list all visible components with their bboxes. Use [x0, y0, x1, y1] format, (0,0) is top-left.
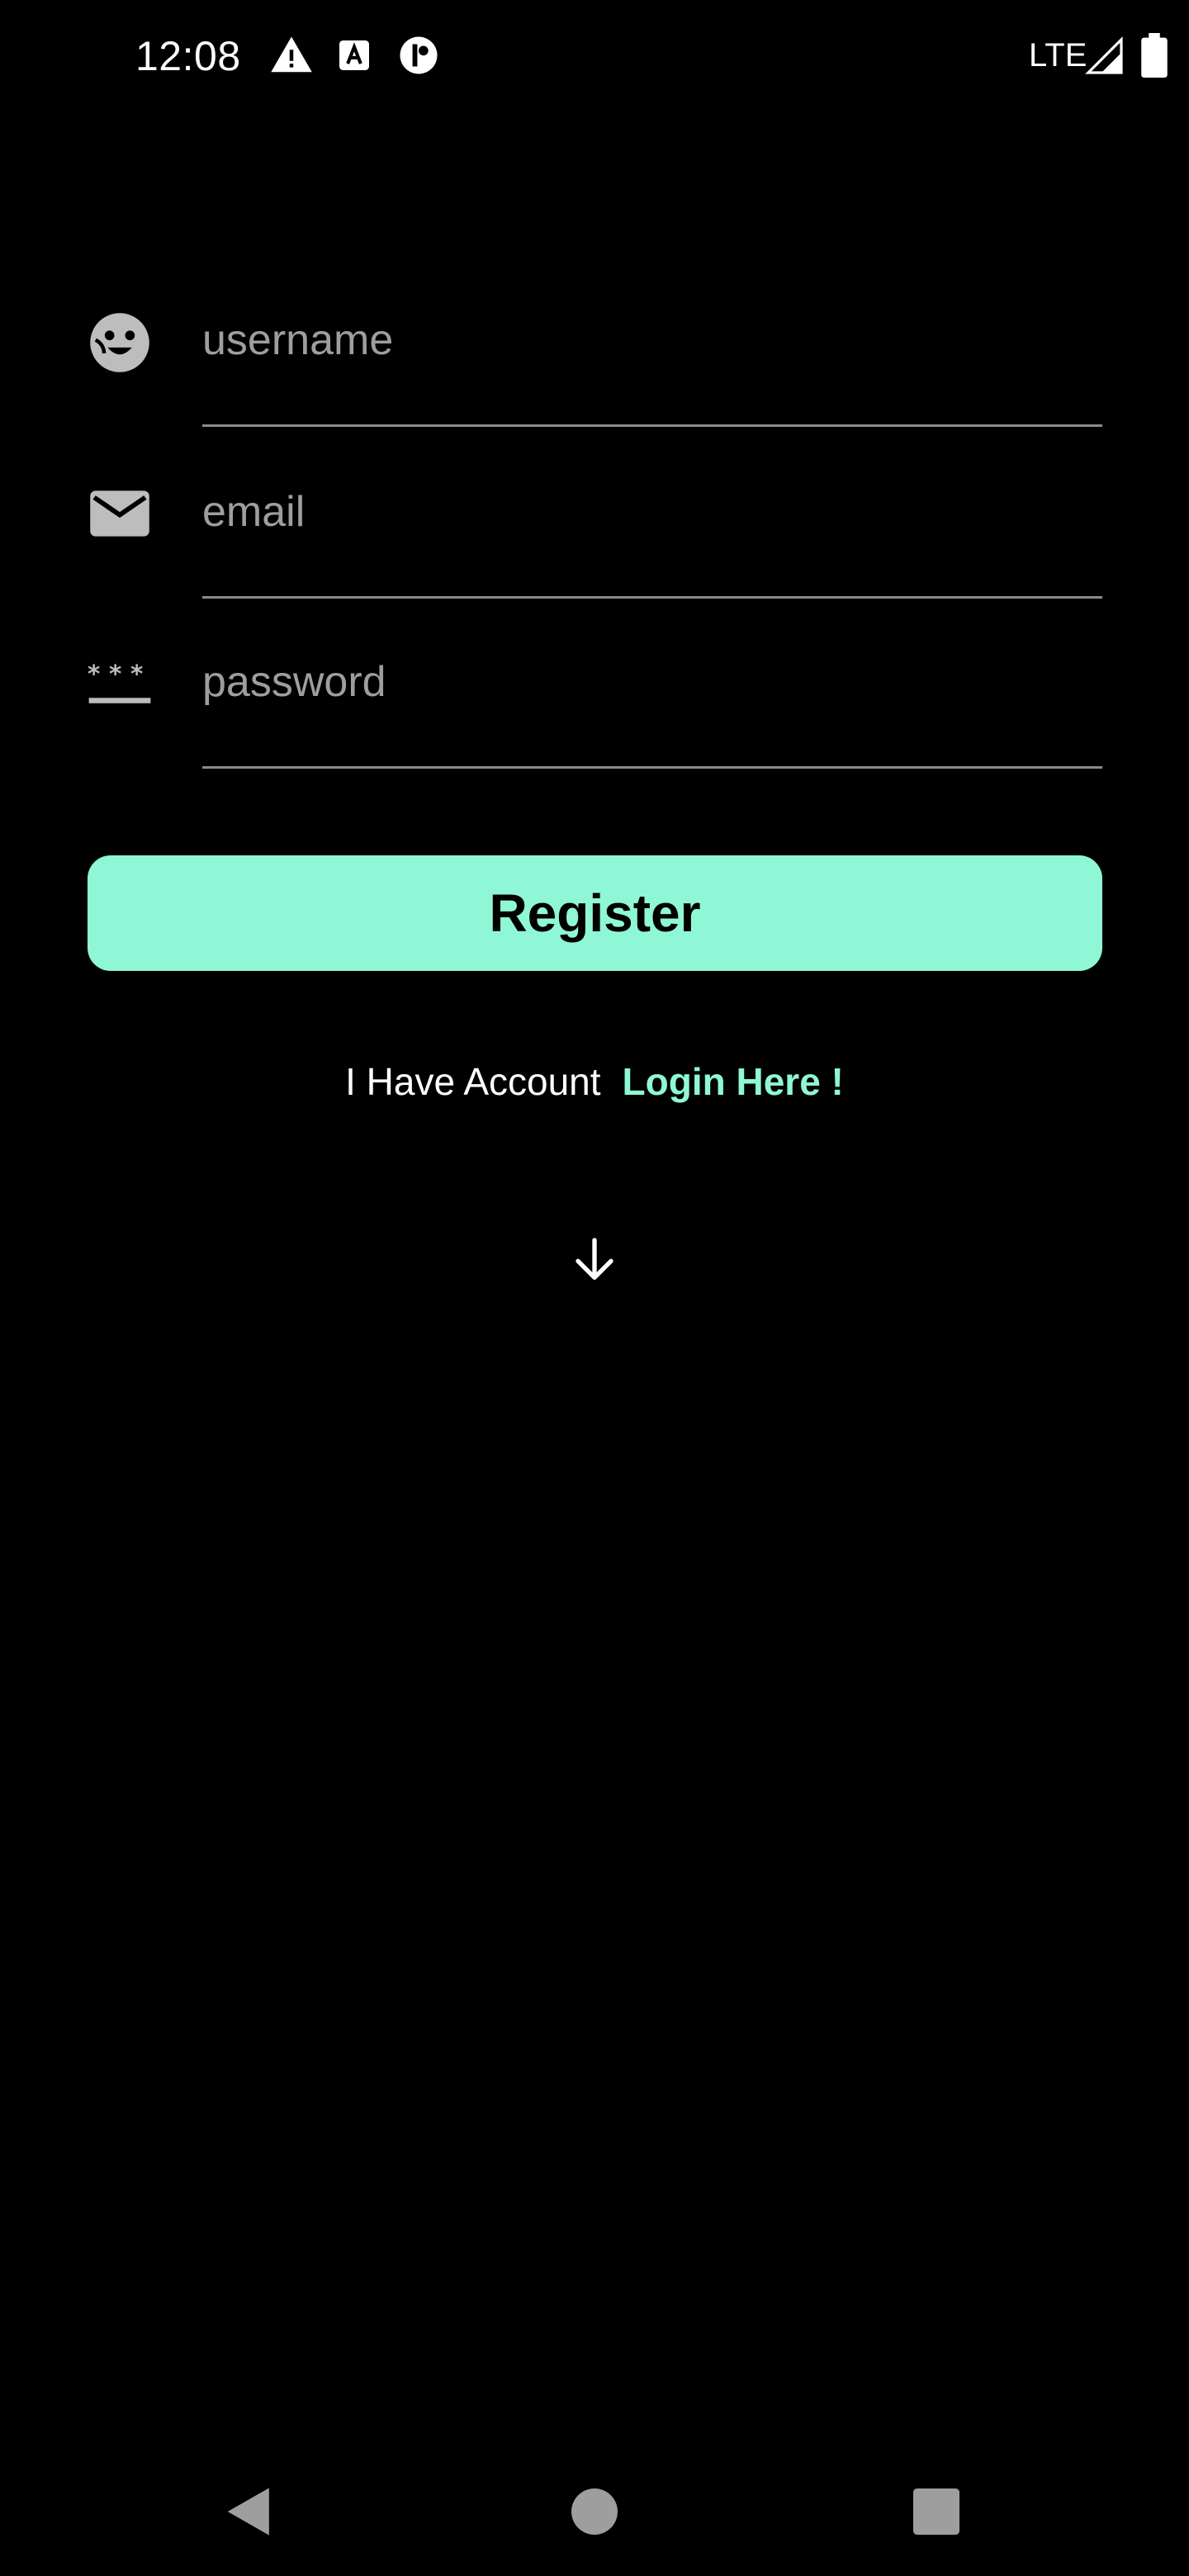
network-type: LTE: [1029, 37, 1087, 73]
font-a-icon: [339, 40, 369, 70]
username-field[interactable]: [202, 291, 1102, 390]
status-bar: 12:08 LTE: [0, 0, 1189, 112]
email-underline: [202, 596, 1102, 599]
svg-text:*: *: [109, 660, 121, 688]
password-icon: * * *: [88, 660, 151, 703]
username-row: [0, 291, 1189, 461]
app-badge-icon: [400, 36, 438, 74]
login-prompt: I Have Account Login Here !: [0, 1055, 1189, 1108]
login-link[interactable]: Login Here !: [623, 1055, 844, 1108]
password-underline: [202, 766, 1102, 769]
home-icon: [571, 2488, 618, 2535]
back-icon: [227, 2488, 269, 2536]
login-prompt-text: I Have Account: [345, 1060, 601, 1103]
password-row: * * *: [0, 632, 1189, 803]
signal-icon: [1085, 36, 1123, 74]
svg-text:*: *: [88, 660, 100, 688]
navigation-bar: [0, 2447, 1189, 2576]
mail-icon: [90, 490, 149, 537]
recents-icon: [913, 2488, 959, 2535]
status-time: 12:08: [135, 33, 241, 79]
recents-button[interactable]: [872, 2447, 1001, 2576]
email-field[interactable]: [202, 462, 1102, 561]
battery-icon: [1141, 33, 1168, 78]
svg-text:*: *: [130, 660, 143, 688]
face-icon: [90, 313, 149, 372]
arrow-down-icon[interactable]: [568, 1234, 621, 1286]
register-button[interactable]: Register: [88, 855, 1102, 971]
email-row: [0, 462, 1189, 632]
warning-icon: [271, 36, 312, 73]
password-field[interactable]: [202, 632, 1102, 732]
home-button[interactable]: [530, 2447, 659, 2576]
back-button[interactable]: [185, 2447, 314, 2576]
username-underline: [202, 424, 1102, 427]
